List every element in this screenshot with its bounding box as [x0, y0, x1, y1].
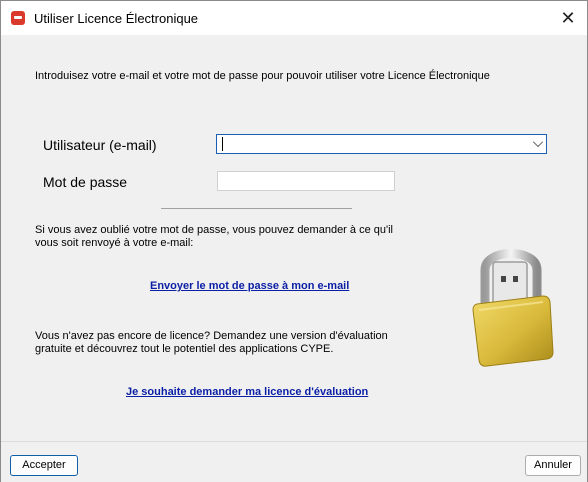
password-field[interactable]	[217, 171, 395, 191]
forgot-line-2: vous soit renvoyé à votre e-mail:	[35, 237, 194, 249]
password-label: Mot de passe	[43, 174, 128, 190]
user-email-combobox[interactable]	[216, 134, 547, 154]
user-label: Utilisateur (e-mail)	[43, 137, 157, 153]
request-trial-license-link[interactable]: Je souhaite demander ma licence d'évalua…	[126, 386, 368, 398]
trial-line-1: Vous n'avez pas encore de licence? Deman…	[35, 330, 388, 342]
chevron-down-icon[interactable]	[532, 136, 544, 148]
window-title: Utiliser Licence Électronique	[34, 11, 199, 26]
dialog-content: Introduisez votre e-mail et votre mot de…	[1, 35, 587, 441]
trial-line-2: gratuite et découvrez tout le potentiel …	[35, 343, 334, 355]
forgot-line-1: Si vous avez oublié votre mot de passe, …	[35, 224, 393, 236]
close-icon[interactable]: ✕	[557, 7, 579, 29]
text-caret	[222, 137, 223, 151]
separator	[161, 208, 352, 209]
title-bar: Utiliser Licence Électronique ✕	[1, 1, 587, 35]
intro-text: Introduisez votre e-mail et votre mot de…	[35, 70, 490, 82]
cancel-button[interactable]: Annuler	[525, 455, 581, 476]
trial-text: Vous n'avez pas encore de licence? Deman…	[35, 330, 388, 356]
send-password-link[interactable]: Envoyer le mot de passe à mon e-mail	[150, 280, 349, 292]
accept-button[interactable]: Accepter	[10, 455, 78, 476]
forgot-password-text: Si vous avez oublié votre mot de passe, …	[35, 224, 393, 250]
dialog-footer: Accepter Annuler	[1, 441, 587, 482]
usb-padlock-icon	[472, 249, 554, 367]
license-dialog: Utiliser Licence Électronique ✕ Introdui…	[0, 0, 588, 482]
cype-app-icon	[11, 11, 25, 25]
